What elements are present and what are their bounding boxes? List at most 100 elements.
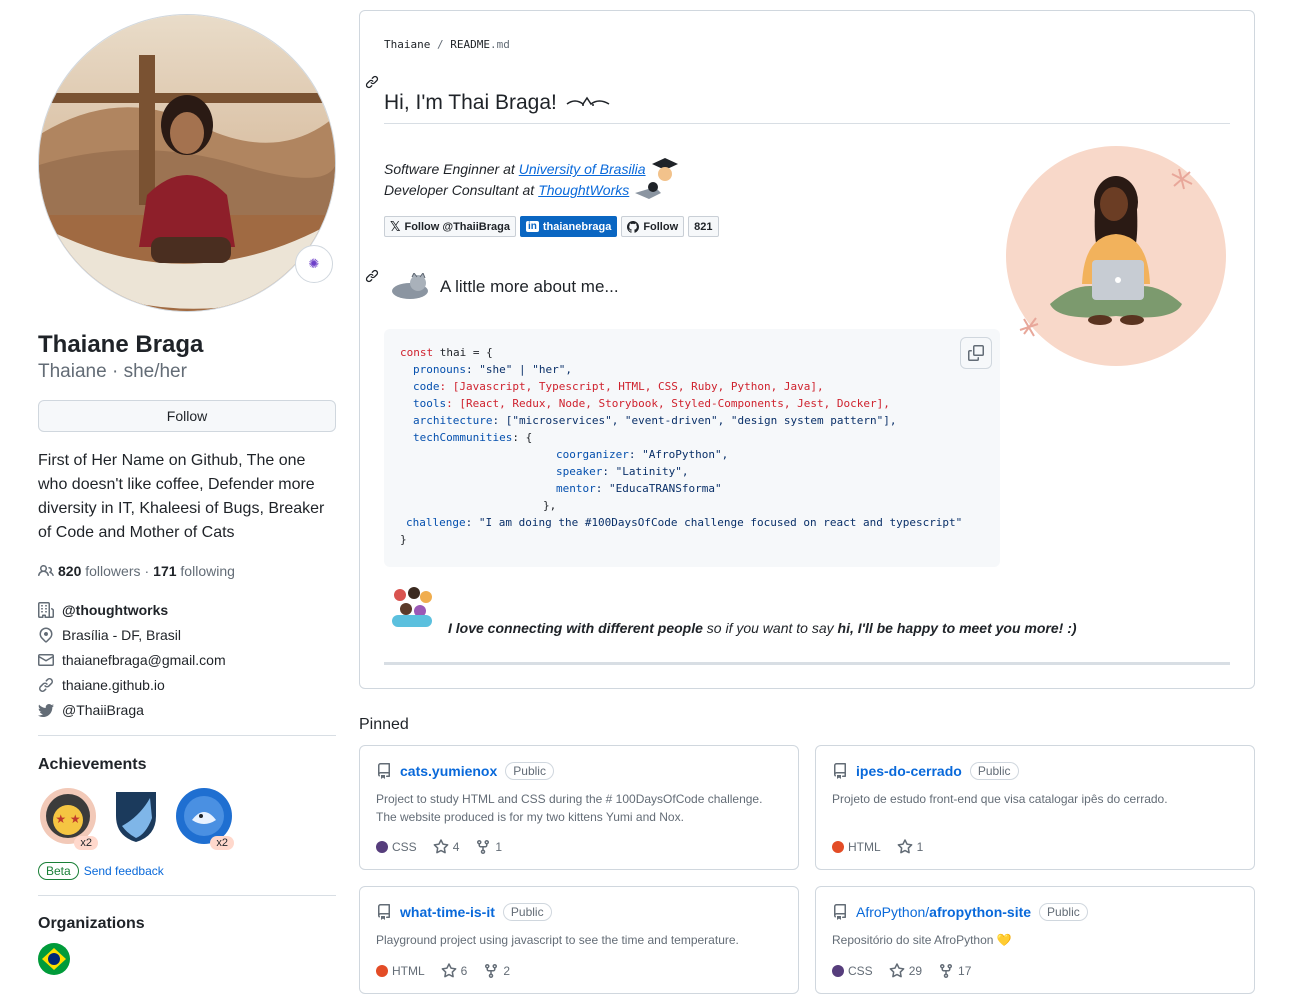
twitter-item: @ThaiiBraga <box>38 697 336 722</box>
visibility-badge: Public <box>505 762 554 780</box>
thoughtworks-link[interactable]: ThoughtWorks <box>538 182 629 198</box>
repo-language: CSS <box>392 840 417 854</box>
developer-illustration <box>1004 144 1228 368</box>
profile-login-line: Thaiane · she/her <box>38 361 187 382</box>
copy-button[interactable] <box>960 337 992 369</box>
visibility-badge: Public <box>969 762 1019 780</box>
location-text: Brasília - DF, Brasil <box>62 626 182 643</box>
visibility-badge: Public <box>502 903 552 921</box>
diverse-people-icon <box>388 585 436 629</box>
unb-link[interactable]: University of Brasilia <box>519 161 646 177</box>
people-icon <box>38 564 54 577</box>
pinned-repo-card: cats.yumienox Public Project to study HT… <box>359 745 799 870</box>
location-item: Brasília - DF, Brasil <box>38 622 336 647</box>
repo-icon <box>834 763 846 779</box>
repo-link[interactable]: cats.yumienox <box>400 763 497 779</box>
code-block: const thai = { pronouns: "she" | "her", … <box>384 329 1000 567</box>
repo-icon <box>378 763 390 779</box>
readme-box: Thaiane / README.md Hi, I'm Thai Braga! … <box>359 10 1255 689</box>
profile-name: Thaiane Braga <box>38 331 204 358</box>
repo-link[interactable]: AfroPython/afropython-site <box>856 904 1031 920</box>
stars-link[interactable]: 29 <box>889 963 922 979</box>
divider <box>38 735 336 736</box>
star-icon <box>889 963 905 978</box>
stars-link[interactable]: 1 <box>897 839 923 855</box>
repo-language: HTML <box>392 964 425 978</box>
website-item: thaiane.github.io <box>38 672 336 697</box>
repo-icon <box>378 904 390 920</box>
forks-link[interactable]: 2 <box>483 963 510 979</box>
linkedin-badge[interactable]: in thaianebraga <box>519 216 618 237</box>
stars-link[interactable]: 4 <box>433 839 459 855</box>
star-icon <box>897 839 913 854</box>
readme-end-divider <box>384 662 1230 665</box>
repo-meta: CSS 4 1 <box>376 839 502 855</box>
follow-button[interactable]: Follow <box>38 400 336 432</box>
company-link[interactable]: @thoughtworks <box>62 602 168 618</box>
star-icon <box>441 963 457 978</box>
twitter-follow-badge[interactable]: 𝕏 Follow @ThaiiBraga <box>384 216 516 237</box>
copy-icon <box>968 345 984 361</box>
followers-link[interactable]: 820 followers <box>58 563 141 579</box>
achievements-title[interactable]: Achievements <box>38 756 336 774</box>
repo-link[interactable]: ipes-do-cerrado <box>856 763 962 779</box>
pinned-repo-card: AfroPython/afropython-site Public Reposi… <box>815 886 1255 994</box>
website-link[interactable]: thaiane.github.io <box>62 677 165 693</box>
about-heading: A little more about me... <box>388 273 619 301</box>
anchor-link-icon[interactable] <box>365 75 379 92</box>
profile-sidebar: ✺ Thaiane Braga Thaiane · she/her Follow… <box>38 14 336 975</box>
beta-badge: Beta <box>38 862 79 880</box>
stars-link[interactable]: 6 <box>441 963 467 979</box>
org-avatar[interactable] <box>38 943 70 975</box>
avatar-photo <box>39 15 335 311</box>
repo-description: Repositório do site AfroPython 💛 <box>832 933 1012 947</box>
location-icon <box>39 626 53 643</box>
profile-details: @thoughtworks Brasília - DF, Brasil thai… <box>38 597 336 722</box>
send-feedback-link[interactable]: Send feedback <box>84 864 164 878</box>
repo-language: CSS <box>848 964 873 978</box>
repo-link[interactable]: what-time-is-it <box>400 904 495 920</box>
email-link[interactable]: thaianefbraga@gmail.com <box>62 652 226 668</box>
status-emoji-icon[interactable]: ✺ <box>295 245 333 283</box>
pinned-repo-card: what-time-is-it Public Playground projec… <box>359 886 799 994</box>
shield-achievement-icon[interactable] <box>106 786 166 846</box>
twitter-icon <box>38 703 54 717</box>
starstruck-cat-achievement-icon[interactable]: ★ ★ x2 <box>38 786 98 850</box>
sleeping-cat-icon <box>392 273 428 299</box>
repo-meta: HTML 1 <box>832 839 923 855</box>
achievements-row: ★ ★ x2 x2 <box>38 786 336 850</box>
repo-description: Project to study HTML and CSS during the… <box>376 792 763 824</box>
repo-icon <box>834 904 846 920</box>
github-follow-badge[interactable]: Follow <box>621 216 685 237</box>
organizations-title: Organizations <box>38 915 145 932</box>
profile-pronouns: she/her <box>123 361 187 382</box>
job-line-2: Developer Consultant at ThoughtWorks <box>384 179 663 201</box>
readme-path-user[interactable]: Thaiane <box>384 38 430 51</box>
greeting-text: Hi, I'm Thai Braga! <box>384 91 557 114</box>
forks-link[interactable]: 1 <box>475 839 502 855</box>
svg-text:★ ★: ★ ★ <box>55 812 80 826</box>
achievement-count: x2 <box>74 836 98 850</box>
language-color-dot <box>376 965 388 977</box>
star-icon <box>433 839 449 854</box>
anchor-link-icon[interactable] <box>365 269 379 286</box>
heading-divider <box>384 123 1230 124</box>
repo-description: Projeto de estudo front-end que visa cat… <box>832 792 1168 806</box>
github-follower-count[interactable]: 821 <box>688 216 719 237</box>
love-connecting-text: I love connecting with different people … <box>448 620 1077 636</box>
organization-icon <box>38 601 54 618</box>
twitter-link[interactable]: @ThaiiBraga <box>62 702 144 718</box>
detective-cat-icon <box>635 182 662 199</box>
link-icon <box>38 677 54 692</box>
following-link[interactable]: 171 following <box>153 563 235 579</box>
repo-language: HTML <box>848 840 881 854</box>
shark-achievement-icon[interactable]: x2 <box>174 786 234 850</box>
avatar[interactable] <box>38 14 336 312</box>
language-color-dot <box>832 841 844 853</box>
forks-link[interactable]: 17 <box>938 963 971 979</box>
pinned-repo-card: ipes-do-cerrado Public Projeto de estudo… <box>815 745 1255 870</box>
social-badges: 𝕏 Follow @ThaiiBraga in thaianebraga Follo… <box>384 216 719 237</box>
followers-line: 820 followers · 171 following <box>38 563 336 579</box>
fork-icon <box>477 840 490 855</box>
repo-meta: CSS 29 17 <box>832 963 971 979</box>
